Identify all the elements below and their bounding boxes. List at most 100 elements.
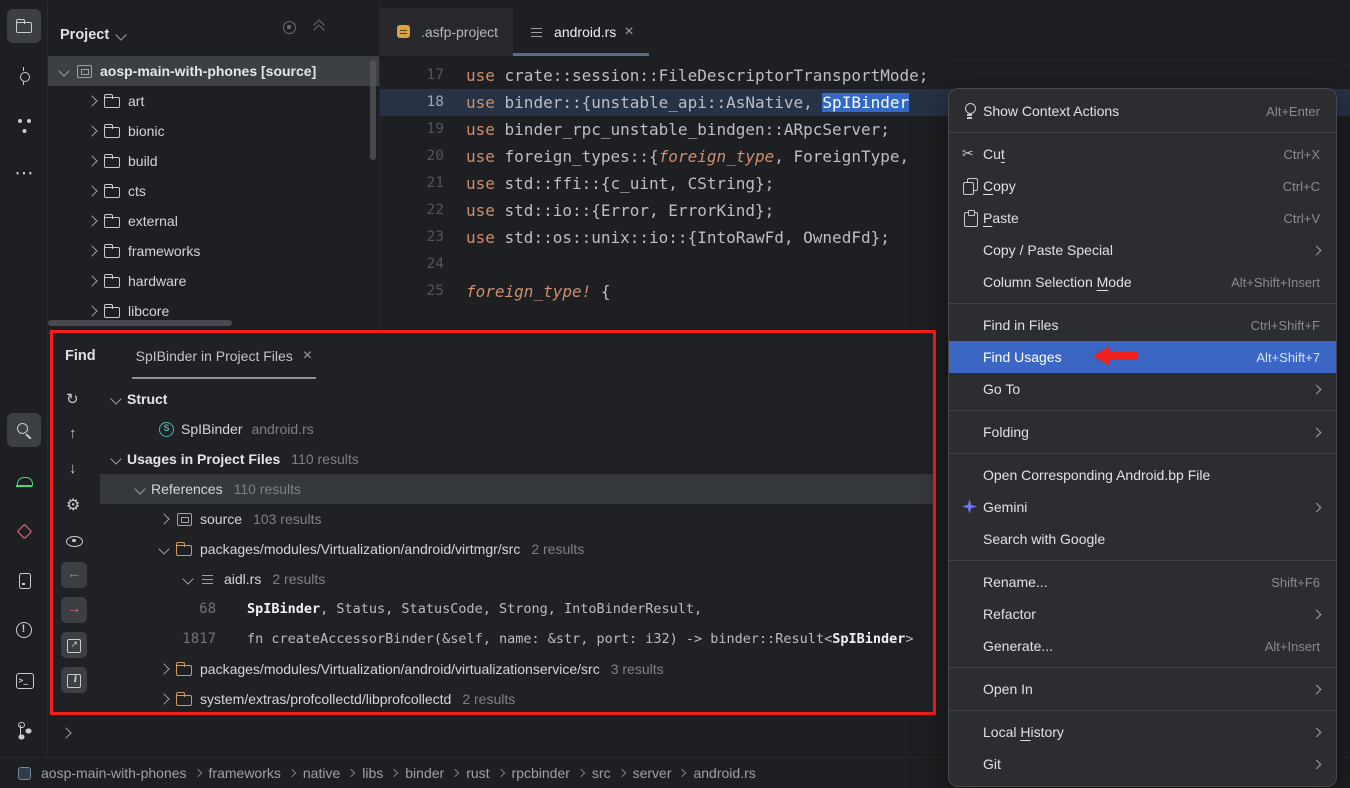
scroll-from-source-button[interactable] [61, 597, 87, 623]
breadcrumb-item-binder[interactable]: binder [404, 765, 445, 781]
menu-item-folding[interactable]: Folding [949, 416, 1336, 448]
tool-button-project-folder[interactable] [7, 9, 41, 43]
menu-item-open-in[interactable]: Open In [949, 673, 1336, 705]
tool-button-more-tool-windows[interactable] [7, 159, 41, 193]
chevron-down-icon[interactable] [58, 65, 69, 76]
chevron-down-icon[interactable] [158, 543, 169, 554]
menu-item-copy-paste-special[interactable]: Copy / Paste Special [949, 234, 1336, 266]
find-result-row-spibinder[interactable]: SpIBinderandroid.rs [100, 414, 936, 444]
info-button[interactable] [61, 667, 87, 693]
editor-tab-android-rs[interactable]: android.rs× [513, 8, 649, 56]
close-icon[interactable]: × [303, 349, 312, 363]
chevron-down-icon[interactable] [182, 573, 193, 584]
chevron-right-icon[interactable] [86, 185, 97, 196]
menu-item-find-usages[interactable]: Find UsagesAlt+Shift+7 [949, 341, 1336, 373]
open-in-editor-button[interactable] [61, 632, 87, 658]
find-result-row-usages-in-project-files[interactable]: Usages in Project Files110 results [100, 444, 936, 474]
chevron-down-icon[interactable] [110, 393, 121, 404]
menu-item-gemini[interactable]: Gemini [949, 491, 1336, 523]
chevron-right-icon[interactable] [86, 95, 97, 106]
project-tree-item-cts[interactable]: cts [48, 176, 379, 206]
menu-item-paste[interactable]: PasteCtrl+V [949, 202, 1336, 234]
preview-button[interactable] [61, 527, 87, 553]
menu-item-refactor[interactable]: Refactor [949, 598, 1336, 630]
collapse-all-icon[interactable] [310, 18, 328, 36]
breadcrumb-item-aosp-main-with-phones[interactable]: aosp-main-with-phones [40, 765, 188, 781]
menu-item-open-corresponding-android-bp-file[interactable]: Open Corresponding Android.bp File [949, 459, 1336, 491]
chevron-right-icon[interactable] [86, 245, 97, 256]
chevron-right-icon[interactable] [86, 305, 97, 316]
breadcrumb-item-rpcbinder[interactable]: rpcbinder [511, 765, 571, 781]
breadcrumb-item-rust[interactable]: rust [465, 765, 490, 781]
menu-item-show-context-actions[interactable]: Show Context ActionsAlt+Enter [949, 95, 1336, 127]
chevron-down-icon[interactable] [110, 453, 121, 464]
find-result-row-packages-modules-virtualization-android-virtmgr-src[interactable]: packages/modules/Virtualization/android/… [100, 534, 936, 564]
breadcrumb-item-android-rs[interactable]: android.rs [692, 765, 756, 781]
project-tree-item-external[interactable]: external [48, 206, 379, 236]
tool-button-problems[interactable] [7, 613, 41, 647]
project-tree-root[interactable]: aosp-main-with-phones [source] [48, 56, 379, 86]
tree-expand-chevron[interactable] [60, 727, 71, 738]
code-line[interactable]: 17use crate::session::FileDescriptorTran… [380, 62, 1350, 89]
previous-occurrence-button[interactable] [61, 422, 87, 448]
breadcrumb-item-frameworks[interactable]: frameworks [208, 765, 282, 781]
menu-item-cut[interactable]: CutCtrl+X [949, 138, 1336, 170]
pull-requests-icon [15, 117, 33, 135]
menu-item-git[interactable]: Git [949, 748, 1336, 780]
breadcrumb-item-server[interactable]: server [632, 765, 673, 781]
scrollbar-vertical[interactable] [370, 60, 376, 160]
chevron-right-icon[interactable] [158, 663, 169, 674]
tool-button-version-control[interactable] [7, 713, 41, 747]
locate-file-icon[interactable] [280, 18, 298, 36]
menu-item-find-in-files[interactable]: Find in FilesCtrl+Shift+F [949, 309, 1336, 341]
chevron-right-icon[interactable] [86, 275, 97, 286]
project-tree-item-frameworks[interactable]: frameworks [48, 236, 379, 266]
settings-button[interactable] [61, 492, 87, 518]
find-result-row-aidl-rs[interactable]: aidl.rs2 results [100, 564, 936, 594]
menu-item-search-with-google[interactable]: Search with Google [949, 523, 1336, 555]
tool-button-terminal[interactable] [7, 663, 41, 697]
find-result-row-packages-modules-virtualization-android-virtualizationservice-src[interactable]: packages/modules/Virtualization/android/… [100, 654, 936, 684]
autoscroll-to-source-button[interactable] [61, 562, 87, 588]
find-result-line[interactable]: 1817fn createAccessorBinder(&self, name:… [100, 624, 936, 654]
tool-button-running-devices[interactable] [7, 563, 41, 597]
menu-item-generate[interactable]: Generate...Alt+Insert [949, 630, 1336, 662]
menu-item-label: Cut [983, 146, 1284, 162]
menu-item-copy[interactable]: CopyCtrl+C [949, 170, 1336, 202]
chevron-right-icon[interactable] [86, 125, 97, 136]
chevron-down-icon[interactable] [116, 29, 127, 40]
project-tree-item-hardware[interactable]: hardware [48, 266, 379, 296]
find-result-row-source[interactable]: source103 results [100, 504, 936, 534]
breadcrumb-item-native[interactable]: native [302, 765, 341, 781]
tool-button-app-quality-insights[interactable] [7, 513, 41, 547]
scrollbar-horizontal[interactable] [48, 320, 232, 326]
find-results-tab[interactable]: SpIBinder in Project Files × [132, 333, 317, 379]
menu-item-column-selection-mode[interactable]: Column Selection ModeAlt+Shift+Insert [949, 266, 1336, 298]
editor-tab-asfp-project[interactable]: .asfp-project [380, 8, 513, 56]
find-result-row-struct[interactable]: Struct [100, 384, 936, 414]
chevron-right-icon[interactable] [158, 693, 169, 704]
project-tree-item-build[interactable]: build [48, 146, 379, 176]
chevron-right-icon[interactable] [86, 215, 97, 226]
find-result-line[interactable]: 68SpIBinder, Status, StatusCode, Strong,… [100, 594, 936, 624]
menu-item-rename[interactable]: Rename...Shift+F6 [949, 566, 1336, 598]
tool-button-commit[interactable] [7, 59, 41, 93]
breadcrumb-item-libs[interactable]: libs [361, 765, 384, 781]
chevron-right-icon[interactable] [158, 513, 169, 524]
close-icon[interactable]: × [624, 25, 633, 39]
tool-button-pull-requests[interactable] [7, 109, 41, 143]
menu-item-local-history[interactable]: Local History [949, 716, 1336, 748]
breadcrumb-item-src[interactable]: src [591, 765, 612, 781]
tool-button-logcat[interactable] [7, 463, 41, 497]
menu-item-go-to[interactable]: Go To [949, 373, 1336, 405]
find-result-row-system-extras-profcollectd-libprofcollectd[interactable]: system/extras/profcollectd/libprofcollec… [100, 684, 936, 714]
tree-item-label: hardware [128, 273, 186, 289]
chevron-down-icon[interactable] [134, 483, 145, 494]
find-result-row-references[interactable]: References110 results [100, 474, 936, 504]
project-tree-item-bionic[interactable]: bionic [48, 116, 379, 146]
tool-button-find[interactable] [7, 413, 41, 447]
chevron-right-icon[interactable] [86, 155, 97, 166]
next-occurrence-button[interactable] [61, 457, 87, 483]
project-tree-item-art[interactable]: art [48, 86, 379, 116]
rerun-search-button[interactable] [61, 387, 87, 413]
